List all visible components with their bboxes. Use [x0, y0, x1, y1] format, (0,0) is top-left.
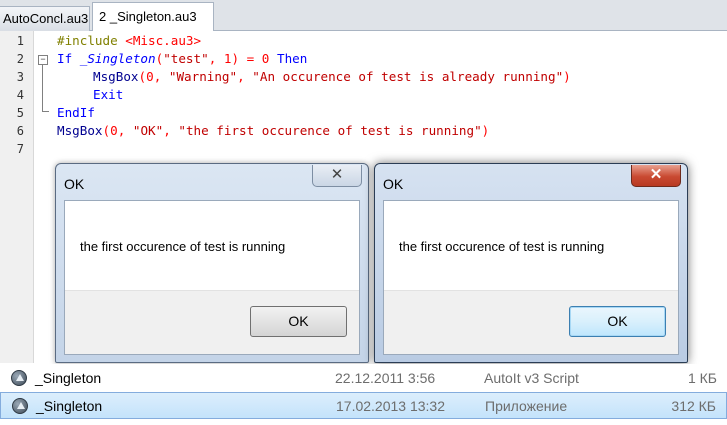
dialog-content: the first occurence of test is running O…	[64, 200, 360, 355]
code-token: EndIf	[57, 105, 95, 120]
code-token: <Misc.au3>	[125, 33, 202, 48]
file-date: 22.12.2011 3:56	[335, 370, 436, 386]
code-token: "Warning"	[168, 69, 238, 84]
dialog-button-area: OK	[384, 290, 678, 354]
code-token: )	[231, 51, 240, 66]
dialog-content: the first occurence of test is running O…	[383, 200, 679, 355]
list-item[interactable]: _Singleton 22.12.2011 3:56 AutoIt v3 Scr…	[0, 365, 727, 392]
line-number: 6	[16, 124, 24, 138]
line-number-gutter: 1 2 3 4 5 6 7	[0, 31, 34, 363]
file-list: _Singleton 22.12.2011 3:56 AutoIt v3 Scr…	[0, 364, 727, 425]
code-token: )	[481, 123, 490, 138]
close-icon[interactable]: ✕	[631, 165, 681, 187]
tab-singleton[interactable]: 2 _Singleton.au3	[92, 2, 214, 32]
line-number: 4	[16, 88, 24, 102]
line-number: 7	[16, 142, 24, 156]
code-token: MsgBox	[93, 69, 139, 84]
autoit-script-icon	[11, 370, 27, 386]
code-token: "test"	[163, 51, 209, 66]
code-token: (	[102, 123, 111, 138]
file-name: _Singleton	[36, 398, 103, 414]
code-line-4: Exit	[93, 87, 123, 102]
file-date: 17.02.2013 13:32	[336, 398, 445, 414]
fold-guide-end	[42, 111, 49, 112]
code-token: 0	[146, 69, 154, 84]
message-box-1: OK ✕ the first occurence of test is runn…	[55, 163, 369, 363]
ok-button[interactable]: OK	[250, 306, 347, 337]
code-token: "An occurence of test is already running…	[252, 69, 564, 84]
file-size: 1 КБ	[687, 370, 717, 386]
code-token: 0	[110, 123, 118, 138]
dialog-title: OK	[383, 176, 404, 192]
line-number: 3	[16, 70, 24, 84]
file-type: Приложение	[485, 398, 568, 414]
code-token: ,	[117, 123, 133, 138]
code-token: ,	[237, 69, 253, 84]
ok-button[interactable]: OK	[569, 306, 666, 337]
list-item[interactable]: _Singleton 17.02.2013 13:32 Приложение 3…	[0, 392, 727, 419]
code-token: _Singleton	[79, 51, 156, 66]
line-number: 1	[16, 34, 24, 48]
file-size: 312 КБ	[671, 398, 716, 414]
file-name: _Singleton	[35, 370, 102, 386]
dialog-button-area: OK	[65, 290, 359, 354]
fold-collapse-icon[interactable]: −	[38, 55, 48, 65]
code-token: If	[57, 51, 73, 66]
code-token: "OK"	[132, 123, 164, 138]
code-line-3: MsgBox(0, "Warning", "An occurence of te…	[93, 69, 571, 84]
file-type: AutoIt v3 Script	[484, 370, 579, 386]
editor-tab-bar: AutoConcl.au3 2 _Singleton.au3	[0, 0, 727, 32]
code-line-2: If _Singleton("test", 1) = 0 Then	[57, 51, 307, 66]
code-token: MsgBox	[57, 123, 103, 138]
code-line-1: #include <Misc.au3>	[57, 33, 201, 48]
code-token: ,	[208, 51, 224, 66]
code-line-5: EndIf	[57, 105, 95, 120]
code-token: =	[239, 51, 262, 66]
line-number: 2	[16, 52, 24, 66]
code-token: 0	[261, 51, 270, 66]
code-token: )	[563, 69, 571, 84]
fold-guide	[42, 65, 43, 111]
code-token: #include	[57, 33, 118, 48]
dialog-message: the first occurence of test is running	[80, 239, 286, 254]
message-box-2: OK ✕ the first occurence of test is runn…	[374, 163, 688, 363]
code-token: Exit	[93, 87, 124, 102]
autoit-exe-icon	[12, 398, 28, 414]
code-token: ,	[163, 123, 179, 138]
dialog-title: OK	[64, 176, 85, 192]
code-line-6: MsgBox(0, "OK", "the first occurence of …	[57, 123, 489, 138]
tab-autoconcl[interactable]: AutoConcl.au3	[0, 6, 90, 31]
line-number: 5	[16, 106, 24, 120]
code-token: (	[138, 69, 147, 84]
code-token: "the first occurence of test is running"	[178, 123, 482, 138]
dialog-message: the first occurence of test is running	[399, 239, 605, 254]
code-token: Then	[276, 51, 308, 66]
close-icon[interactable]: ✕	[312, 165, 362, 187]
code-token: ,	[153, 69, 169, 84]
